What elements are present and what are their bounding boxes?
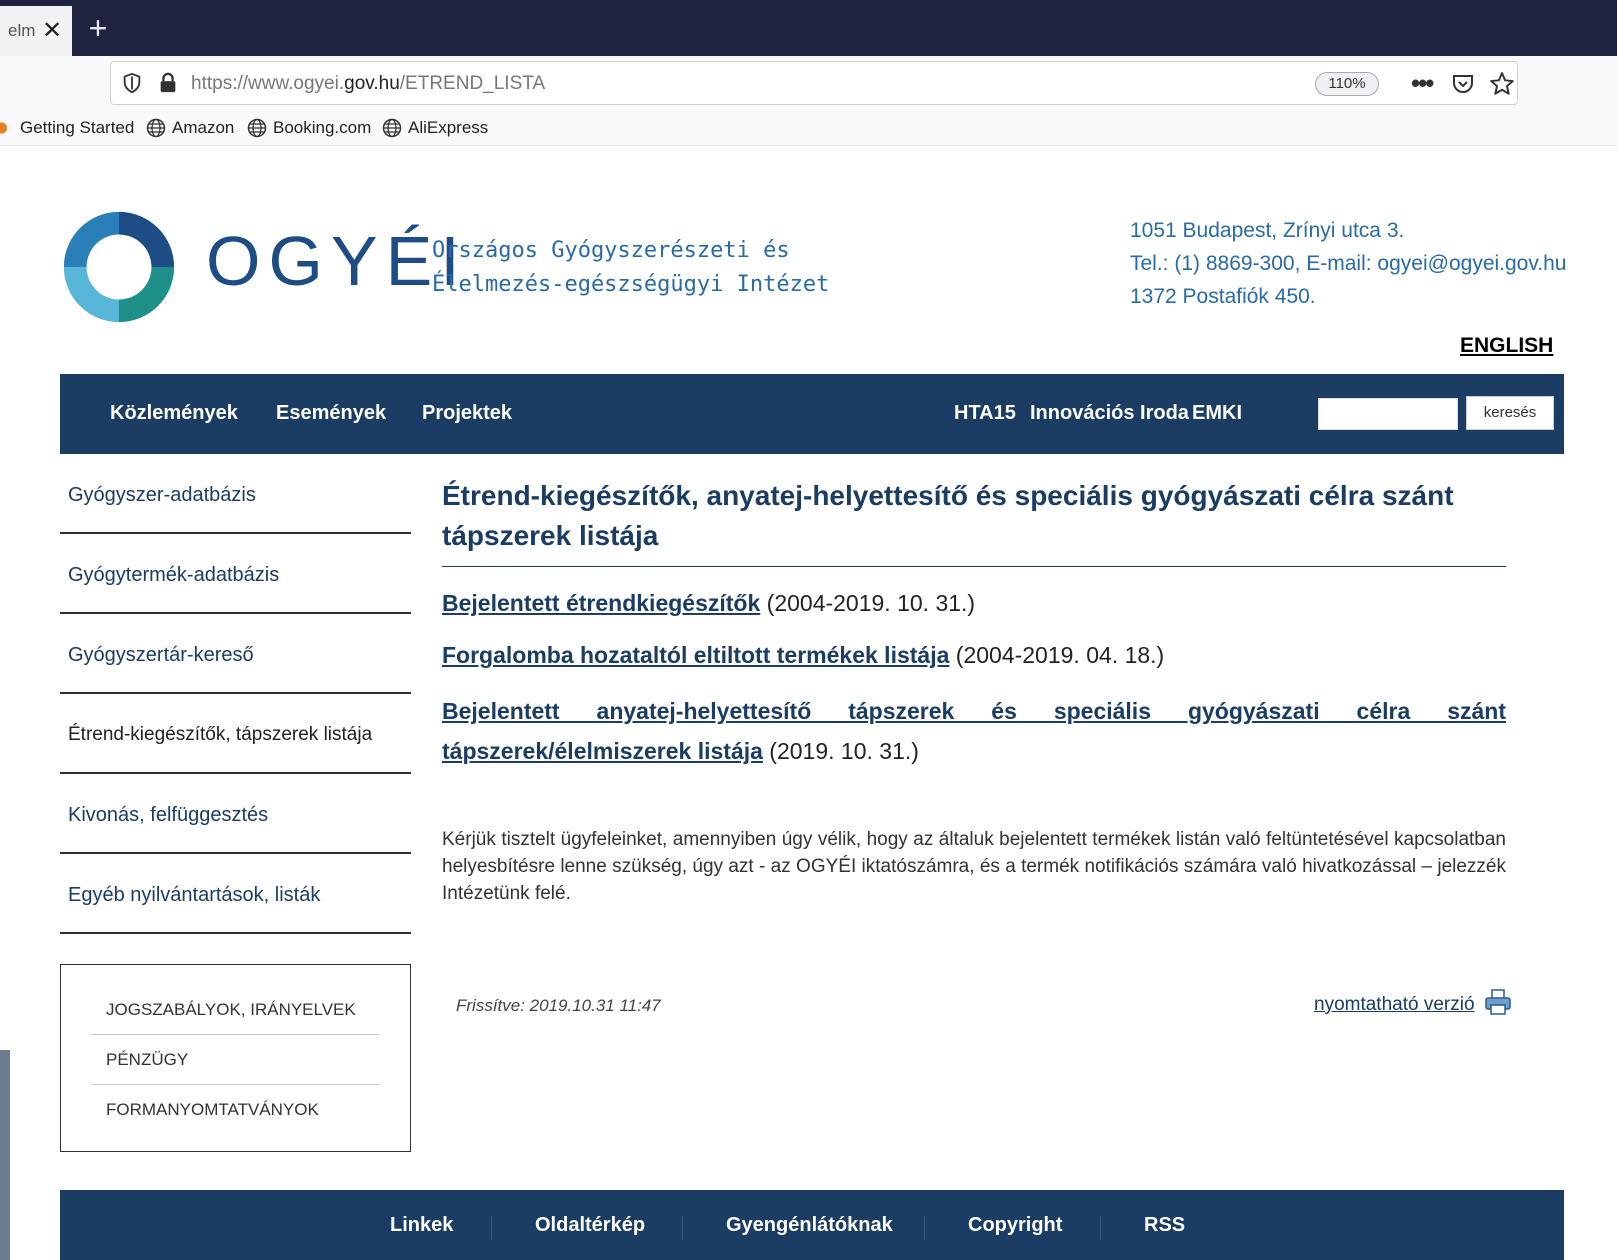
english-language-link[interactable]: ENGLISH	[1460, 334, 1553, 358]
sidebar-item-gyogytermek-adatbazis[interactable]: Gyógytermék-adatbázis	[60, 534, 411, 614]
footer: Linkek Oldaltérkép Gyengénlátóknak Copyr…	[60, 1190, 1564, 1260]
close-tab-icon[interactable]: ✕	[42, 19, 62, 43]
link-anyatej-helyettesito-line2[interactable]: tápszerek/élelmiszerek listája	[442, 738, 763, 764]
globe-icon	[146, 118, 166, 138]
globe-icon	[247, 118, 267, 138]
nav-innovacios-iroda[interactable]: Innovációs Iroda	[1030, 402, 1189, 425]
bookmark-booking[interactable]: Booking.com	[247, 118, 371, 138]
bookmark-amazon[interactable]: Amazon	[146, 118, 234, 138]
link-date: (2019. 10. 31.)	[762, 738, 919, 764]
ogyei-logo-icon[interactable]	[60, 204, 178, 330]
nav-hta15[interactable]: HTA15	[954, 402, 1016, 425]
browser-toolbar: https://www.ogyei.gov.hu/ETREND_LISTA 11…	[0, 56, 1617, 114]
updated-timestamp: Frissítve: 2019.10.31 11:47	[456, 996, 661, 1015]
search-input[interactable]	[1318, 398, 1458, 430]
tab-title: elme	[8, 21, 36, 40]
nav-kozlemenyek[interactable]: Közlemények	[110, 402, 238, 425]
address: 1051 Budapest, Zrínyi utca 3.	[1130, 219, 1405, 242]
footer-link-oldalterkep[interactable]: Oldaltérkép	[535, 1214, 645, 1237]
institute-name: Országos Gyógyszerészeti és Élelmezés-eg…	[432, 234, 829, 302]
page-actions-more-icon[interactable]: •••	[1411, 68, 1434, 99]
bookmark-label: AliExpress	[408, 118, 489, 137]
bookmark-star-icon[interactable]	[1489, 71, 1515, 97]
sidebar-item-gyogyszertar-kereso[interactable]: Gyógyszertár-kereső	[60, 614, 411, 694]
bookmarks-bar: Getting Started Amazon Booking.com AliEx…	[0, 114, 1617, 146]
globe-icon	[382, 118, 402, 138]
link-date: (2004-2019. 10. 31.)	[760, 590, 976, 616]
sidebar-box-item-jogszabalyok[interactable]: JOGSZABÁLYOK, IRÁNYELVEK	[91, 985, 380, 1035]
footer-separator	[682, 1216, 683, 1240]
web-page: OGYÉI Országos Gyógyszerészeti és Élelme…	[10, 146, 1617, 1260]
printable-version-link[interactable]: nyomtatható verzió	[1314, 994, 1475, 1016]
bookmark-getting-started[interactable]: Getting Started	[0, 118, 134, 138]
bookmark-label: Getting Started	[20, 118, 135, 137]
institute-name-line2: Élelmezés-egészségügyi Intézet	[432, 272, 830, 297]
url-bar[interactable]: https://www.ogyei.gov.hu/ETREND_LISTA 11…	[110, 61, 1518, 105]
nav-projektek[interactable]: Projektek	[422, 402, 512, 425]
search-button[interactable]: keresés	[1466, 396, 1554, 430]
institute-name-line1: Országos Gyógyszerészeti és	[432, 238, 790, 263]
notice-text: Kérjük tisztelt ügyfeleinket, amennyiben…	[442, 829, 1506, 904]
sidebar-box-item-formanyomtatvanyok[interactable]: FORMANYOMTATVÁNYOK	[91, 1085, 380, 1135]
lock-icon[interactable]	[157, 71, 179, 95]
main-navigation: Közlemények Események Projektek HTA15 In…	[60, 374, 1564, 454]
link-anyatej-helyettesito-line1[interactable]: Bejelentett anyatej-helyettesítő tápszer…	[442, 698, 1506, 724]
footer-link-linkek[interactable]: Linkek	[390, 1214, 453, 1237]
phone-email[interactable]: Tel.: (1) 8869-300, E-mail: ogyei@ogyei.…	[1130, 247, 1567, 280]
page-title: Étrend-kiegészítők, anyatej-helyettesítő…	[442, 476, 1506, 567]
sidebar-item-kivonas[interactable]: Kivonás, felfüggesztés	[60, 774, 411, 854]
brand-name[interactable]: OGYÉI	[206, 226, 468, 296]
sidebar: Gyógyszer-adatbázis Gyógytermék-adatbázi…	[60, 454, 411, 934]
printer-icon[interactable]	[1484, 988, 1512, 1016]
footer-separator	[924, 1216, 925, 1240]
footer-link-rss[interactable]: RSS	[1144, 1214, 1185, 1237]
sidebar-item-egyeb-nyilvantartasok[interactable]: Egyéb nyilvántartások, listák	[60, 854, 411, 934]
browser-tab-bar: elme ✕ +	[0, 0, 1617, 56]
footer-separator	[491, 1216, 492, 1240]
new-tab-icon[interactable]: +	[82, 10, 114, 46]
sidebar-box: JOGSZABÁLYOK, IRÁNYELVEK PÉNZÜGY FORMANY…	[60, 964, 411, 1152]
nav-esemenyek[interactable]: Események	[276, 402, 386, 425]
list-item: Bejelentett anyatej-helyettesítő tápszer…	[442, 691, 1506, 771]
shield-icon[interactable]	[121, 72, 143, 94]
link-eltiltott-termekek[interactable]: Forgalomba hozataltól eltiltott termékek…	[442, 642, 949, 668]
background-window-edge	[0, 1050, 10, 1260]
link-date: (2004-2019. 04. 18.)	[949, 642, 1165, 668]
footer-separator	[1100, 1216, 1101, 1240]
sidebar-box-item-penzugy[interactable]: PÉNZÜGY	[91, 1035, 380, 1085]
browser-tab[interactable]: elme ✕	[0, 6, 72, 56]
footer-link-gyengenlatoknak[interactable]: Gyengénlátóknak	[726, 1214, 893, 1237]
sidebar-item-gyogyszer-adatbazis[interactable]: Gyógyszer-adatbázis	[60, 454, 411, 534]
list-item: Forgalomba hozataltól eltiltott termékek…	[442, 635, 1506, 675]
postbox: 1372 Postafiók 450.	[1130, 285, 1316, 308]
bookmark-label: Amazon	[172, 118, 235, 137]
url-text[interactable]: https://www.ogyei.gov.hu/ETREND_LISTA	[191, 73, 545, 95]
link-bejelentett-etrendkiegeszitok[interactable]: Bejelentett étrendkiegészítők	[442, 590, 760, 616]
main-content: Étrend-kiegészítők, anyatej-helyettesítő…	[442, 476, 1506, 771]
sidebar-item-etrend-kiegeszitok[interactable]: Étrend-kiegészítők, tápszerek listája	[60, 694, 411, 774]
bookmark-aliexpress[interactable]: AliExpress	[382, 118, 488, 138]
nav-emki[interactable]: EMKI	[1192, 402, 1242, 425]
firefox-icon	[0, 122, 7, 134]
bookmark-label: Booking.com	[273, 118, 372, 137]
zoom-level-badge[interactable]: 110%	[1315, 72, 1379, 96]
footer-link-copyright[interactable]: Copyright	[968, 1214, 1062, 1237]
contact-info: 1051 Budapest, Zrínyi utca 3. Tel.: (1) …	[1130, 214, 1567, 313]
list-item: Bejelentett étrendkiegészítők (2004-2019…	[442, 583, 1506, 623]
pocket-icon[interactable]	[1451, 72, 1475, 96]
